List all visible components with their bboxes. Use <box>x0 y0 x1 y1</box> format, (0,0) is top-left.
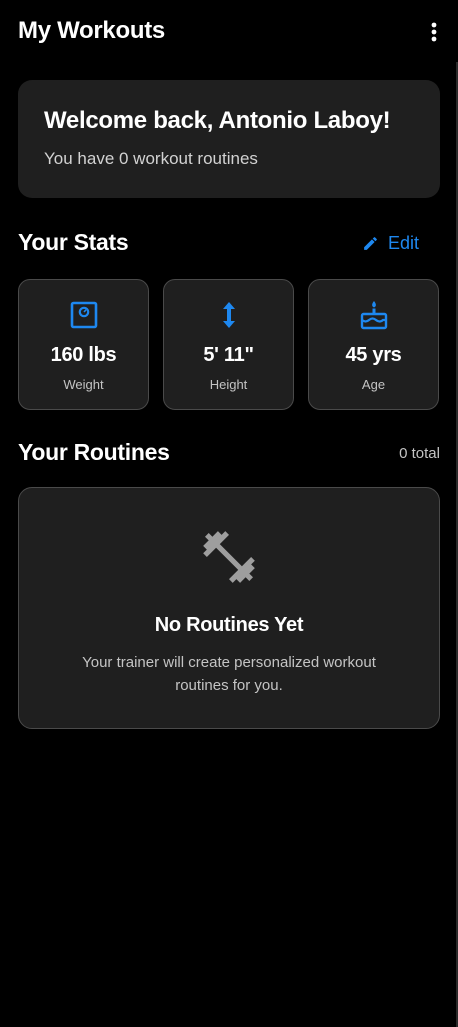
welcome-title: Welcome back, Antonio Laboy! <box>44 107 391 134</box>
stats-section-title: Your Stats <box>18 229 129 255</box>
empty-state-description: Your trainer will create personalized wo… <box>82 654 376 694</box>
pencil-icon <box>364 236 377 250</box>
stat-value: 5' 11" <box>203 344 254 366</box>
stat-card-weight: 160 lbs Weight <box>18 279 149 410</box>
stat-label: Height <box>209 377 248 392</box>
stat-card-age: 45 yrs Age <box>308 279 439 410</box>
stat-value: 160 lbs <box>50 344 117 366</box>
routines-total-count: 0 total <box>399 445 440 462</box>
edit-stats-button[interactable]: Edit <box>362 228 419 258</box>
dumbbell-icon <box>203 531 255 583</box>
more-options-button[interactable] <box>420 16 448 48</box>
height-arrows-icon <box>222 302 235 328</box>
app-bar: My Workouts <box>0 0 458 62</box>
stat-value: 45 yrs <box>345 344 402 366</box>
empty-state-title: No Routines Yet <box>154 614 304 636</box>
stat-label: Weight <box>63 377 104 392</box>
scale-icon <box>70 301 97 329</box>
empty-routines-card: No Routines Yet Your trainer will create… <box>18 487 440 729</box>
stat-card-height: 5' 11" Height <box>163 279 294 410</box>
cake-icon <box>360 301 387 330</box>
welcome-card: Welcome back, Antonio Laboy! You have 0 … <box>18 80 440 198</box>
welcome-subtitle: You have 0 workout routines <box>44 149 258 168</box>
page-title: My Workouts <box>18 17 165 44</box>
edit-label: Edit <box>388 232 420 253</box>
routines-section-title: Your Routines <box>18 439 170 465</box>
more-vert-icon <box>431 22 437 42</box>
stat-label: Age <box>361 377 386 392</box>
